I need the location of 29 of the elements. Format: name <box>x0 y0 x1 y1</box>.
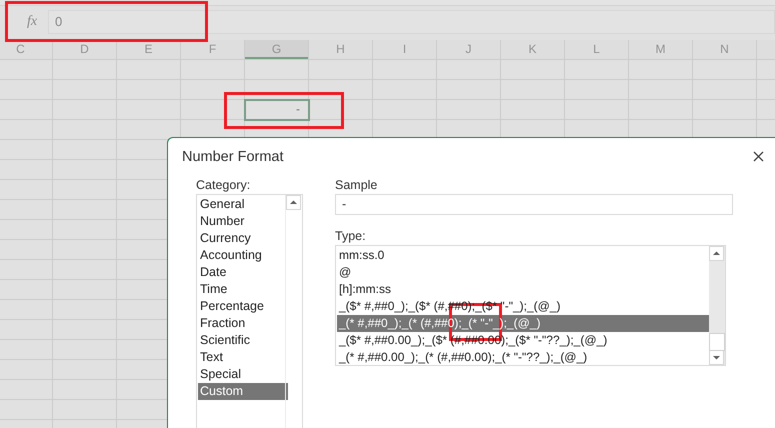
format-type-item[interactable]: mm:ss.0 <box>337 247 709 264</box>
category-item[interactable]: Accounting <box>198 247 288 264</box>
sample-field: - <box>335 194 733 215</box>
scroll-down-icon[interactable] <box>709 350 724 365</box>
category-item[interactable]: Fraction <box>198 315 288 332</box>
category-item[interactable]: Percentage <box>198 298 288 315</box>
scroll-thumb[interactable] <box>709 333 725 351</box>
format-type-item[interactable]: [h]:mm:ss <box>337 281 709 298</box>
category-label: Category: <box>196 178 252 193</box>
category-item[interactable]: General <box>198 196 288 213</box>
sample-label: Sample <box>335 178 378 193</box>
category-item[interactable]: Number <box>198 213 288 230</box>
type-list[interactable] <box>335 245 726 366</box>
close-icon[interactable] <box>753 151 764 162</box>
scroll-up-icon[interactable] <box>286 195 301 210</box>
category-item[interactable]: Date <box>198 264 288 281</box>
format-type-item[interactable]: @ <box>337 264 709 281</box>
category-item[interactable]: Currency <box>198 230 288 247</box>
category-item[interactable]: Special <box>198 366 288 383</box>
function-label: fx <box>26 14 38 30</box>
category-item[interactable]: Time <box>198 281 288 298</box>
dialog-title: Number Format <box>182 149 284 165</box>
format-type-item[interactable]: _(* #,##0.00_);_(* (#,##0.00);_(* "-"??_);_(@_) <box>337 349 709 366</box>
category-item[interactable]: Scientific <box>198 332 288 349</box>
type-label: Type: <box>335 229 367 244</box>
category-list[interactable]: General Number Currency Accounting Date Time Percentage Fraction Scientific Text Special Custom <box>196 194 303 428</box>
category-item[interactable]: Text <box>198 349 288 366</box>
category-item[interactable]: Custom <box>198 383 288 400</box>
scroll-up-icon[interactable] <box>709 246 724 261</box>
